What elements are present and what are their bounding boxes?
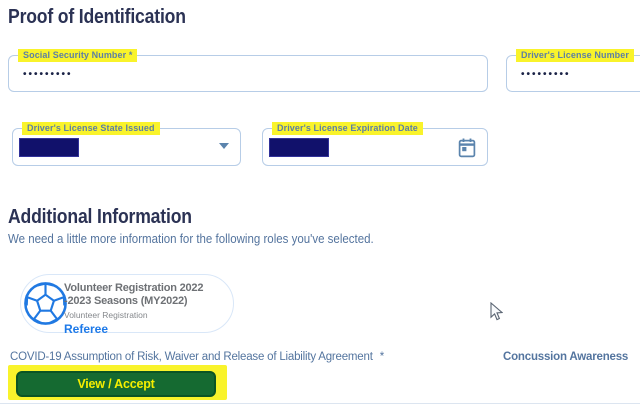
- role-card-text: Volunteer Registration 2022 -2023 Season…: [64, 282, 203, 336]
- covid-agreement-label: COVID-19 Assumption of Risk, Waiver and …: [10, 351, 384, 363]
- bottom-divider: [0, 403, 640, 404]
- additional-information-title: Additional Information: [8, 206, 192, 229]
- calendar-icon[interactable]: [457, 137, 477, 164]
- drivers-license-state-redacted-value: [19, 138, 79, 157]
- view-accept-button[interactable]: View / Accept: [16, 371, 216, 397]
- ssn-masked-value: •••••••••: [23, 69, 73, 80]
- drivers-license-state-label: Driver's License State Issued: [22, 122, 160, 135]
- drivers-license-number-field[interactable]: Driver's License Number •••••••••: [506, 55, 640, 92]
- covid-agreement-text: COVID-19 Assumption of Risk, Waiver and …: [10, 351, 373, 363]
- registration-form-page: Proof of Identification Social Security …: [0, 0, 640, 407]
- soccer-ball-icon: [22, 280, 69, 332]
- role-card: Volunteer Registration 2022 -2023 Season…: [20, 274, 234, 333]
- ssn-field[interactable]: Social Security Number * •••••••••: [8, 55, 488, 92]
- drivers-license-number-masked-value: •••••••••: [521, 69, 571, 80]
- drivers-license-state-select[interactable]: Driver's License State Issued: [12, 128, 241, 166]
- required-asterisk: *: [380, 351, 384, 363]
- role-card-subtitle: Volunteer Registration: [64, 309, 203, 322]
- caret-down-icon: [219, 143, 229, 149]
- role-card-role: Referee: [64, 323, 203, 336]
- drivers-license-expiration-redacted-value: [269, 138, 329, 157]
- role-card-title-line1: Volunteer Registration 2022: [64, 282, 203, 295]
- proof-of-identification-title: Proof of Identification: [8, 6, 186, 29]
- drivers-license-expiration-label: Driver's License Expiration Date: [272, 122, 423, 135]
- drivers-license-number-label: Driver's License Number: [516, 49, 634, 62]
- ssn-label: Social Security Number *: [18, 49, 137, 62]
- role-card-title-line2: -2023 Seasons (MY2022): [64, 295, 203, 308]
- drivers-license-expiration-field[interactable]: Driver's License Expiration Date: [262, 128, 488, 166]
- additional-information-subtitle: We need a little more information for th…: [8, 232, 374, 246]
- mouse-cursor-icon: [490, 302, 503, 326]
- concussion-awareness-label: Concussion Awareness: [503, 351, 628, 363]
